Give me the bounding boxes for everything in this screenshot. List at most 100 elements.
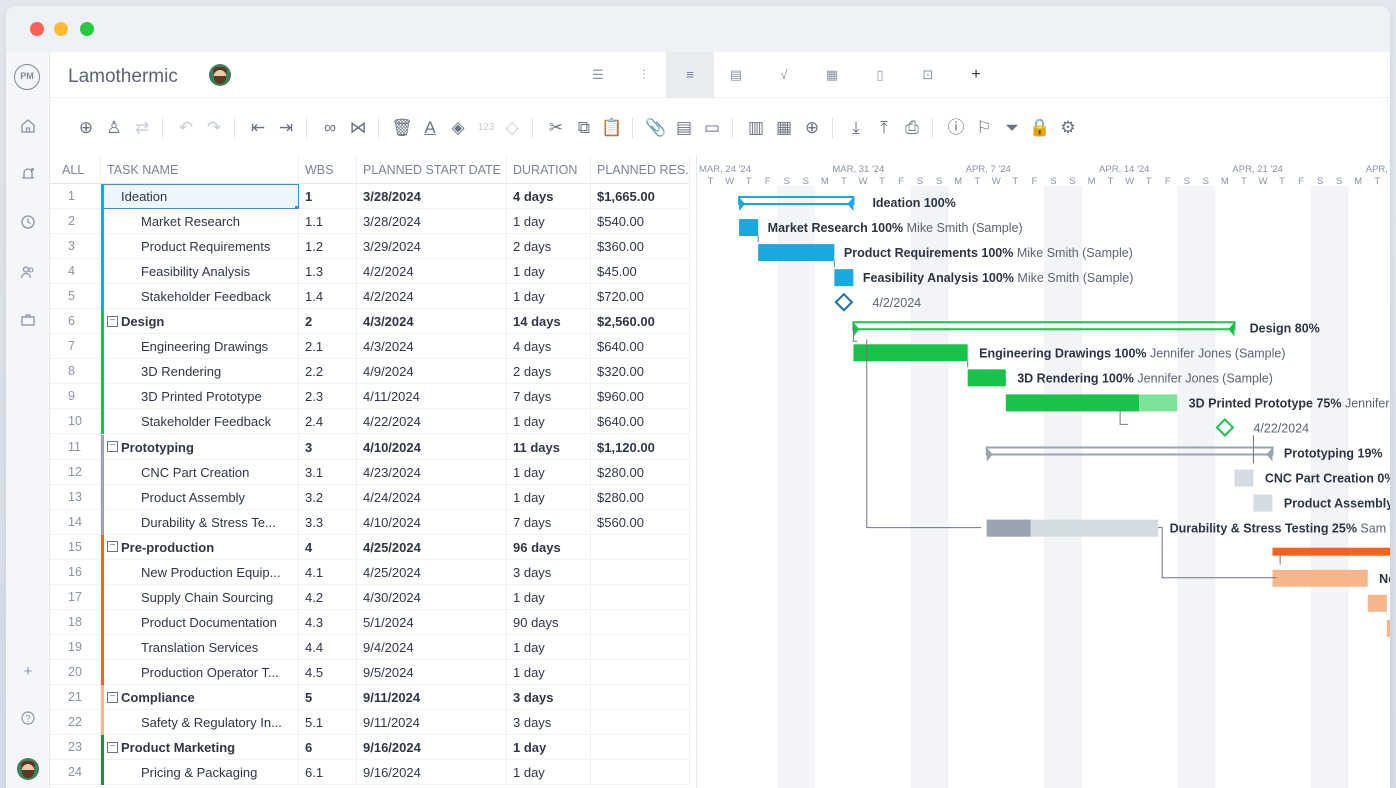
table-row[interactable]: 14 Durability & Stress Te... 3.3 4/10/2024 7… — [50, 509, 690, 535]
add-task-icon[interactable]: ⊕ — [74, 116, 98, 140]
cost-cell[interactable] — [591, 559, 690, 585]
start-date-cell[interactable]: 4/2/2024 — [357, 259, 507, 285]
wbs-cell[interactable]: 1.2 — [299, 234, 357, 260]
wbs-cell[interactable]: 3.2 — [299, 484, 357, 510]
wbs-cell[interactable]: 2.4 — [299, 409, 357, 435]
task-name-cell[interactable]: Safety & Regulatory In... — [101, 710, 299, 736]
table-row[interactable]: 22 Safety & Regulatory In... 5.1 9/11/2024 3… — [50, 710, 690, 736]
critical-path-icon[interactable]: ⚐ — [972, 116, 996, 140]
add-view-icon[interactable]: + — [952, 52, 1000, 98]
wbs-cell[interactable]: 4.3 — [299, 609, 357, 635]
cost-cell[interactable]: $280.00 — [591, 484, 690, 510]
start-date-cell[interactable]: 9/16/2024 — [357, 760, 507, 786]
link-icon[interactable]: ∞ — [318, 116, 342, 140]
zoom-icon[interactable]: ⊕ — [800, 116, 824, 140]
duration-cell[interactable]: 2 days — [507, 234, 591, 260]
start-date-cell[interactable]: 4/23/2024 — [357, 459, 507, 485]
files-view-icon[interactable]: ▯ — [856, 52, 904, 98]
wbs-cell[interactable]: 4 — [299, 534, 357, 560]
product-requirements-bar[interactable] — [758, 244, 835, 262]
collapse-toggle-icon[interactable]: − — [107, 315, 118, 327]
duration-cell[interactable]: 1 day — [507, 735, 591, 761]
font-color-icon[interactable]: A — [418, 116, 442, 140]
task-name-cell[interactable]: − Prototyping — [101, 434, 299, 460]
cut-icon[interactable]: ✂ — [544, 116, 568, 140]
wbs-cell[interactable]: 6 — [299, 735, 357, 761]
assign-user-icon[interactable]: ♙ — [102, 116, 126, 140]
settings-gear-icon[interactable]: ⚙ — [1056, 116, 1080, 140]
columns-icon[interactable]: ▥ — [744, 116, 768, 140]
pm-logo[interactable]: PM — [14, 64, 40, 90]
task-name-cell[interactable]: Durability & Stress Te... — [101, 509, 299, 535]
table-row[interactable]: 11− Prototyping 3 4/10/2024 11 days $1,120.00 — [50, 434, 690, 460]
duration-cell[interactable]: 7 days — [507, 509, 591, 535]
table-row[interactable]: 6− Design 2 4/3/2024 14 days $2,560.00 — [50, 309, 690, 335]
cost-cell[interactable]: $560.00 — [591, 509, 690, 535]
feasibility-analysis-bar[interactable] — [834, 269, 854, 287]
start-date-cell[interactable]: 4/25/2024 — [357, 559, 507, 585]
wbs-cell[interactable]: 6.1 — [299, 760, 357, 786]
minimize-window-button[interactable] — [54, 22, 68, 36]
task-name-cell[interactable]: Supply Chain Sourcing — [101, 584, 299, 610]
start-date-cell[interactable]: 4/3/2024 — [357, 334, 507, 360]
col-wbs[interactable]: WBS — [299, 156, 357, 184]
duration-cell[interactable]: 3 days — [507, 559, 591, 585]
task-name-cell[interactable]: − Pre-production — [101, 534, 299, 560]
engineering-drawings-bar[interactable] — [853, 344, 968, 362]
cost-cell[interactable] — [591, 685, 690, 710]
col-planned-resource-cost[interactable]: PLANNED RES... — [591, 156, 690, 184]
indent-icon[interactable]: ⇥ — [274, 116, 298, 140]
wbs-cell[interactable]: 2.2 — [299, 359, 357, 385]
table-row[interactable]: 21− Compliance 5 9/11/2024 3 days — [50, 685, 690, 710]
task-name-cell[interactable]: New Production Equip... — [101, 559, 299, 585]
duration-cell[interactable]: 1 day — [507, 484, 591, 510]
outdent-icon[interactable]: ⇤ — [246, 116, 270, 140]
duration-cell[interactable]: 96 days — [507, 534, 591, 560]
task-name-cell[interactable]: − Product Marketing — [101, 735, 299, 761]
wbs-cell[interactable]: 5.1 — [299, 710, 357, 736]
table-row[interactable]: 9 3D Printed Prototype 2.3 4/11/2024 7 days $… — [50, 384, 690, 410]
filter-icon[interactable]: ⏷ — [1000, 116, 1024, 140]
table-row[interactable]: 24 Pricing & Packaging 6.1 9/16/2024 1 day — [50, 760, 690, 786]
start-date-cell[interactable]: 4/10/2024 — [357, 434, 507, 460]
task-name-cell[interactable]: Market Research — [101, 209, 299, 235]
wbs-cell[interactable]: 4.1 — [299, 559, 357, 585]
cost-cell[interactable] — [591, 760, 690, 786]
undo-icon[interactable]: ↶ — [174, 116, 198, 140]
clock-icon[interactable] — [16, 214, 40, 238]
add-icon[interactable]: + — [16, 660, 40, 684]
wbs-cell[interactable]: 2.1 — [299, 334, 357, 360]
user-avatar[interactable] — [17, 758, 39, 780]
table-row[interactable]: 12 CNC Part Creation 3.1 4/23/2024 1 day $280… — [50, 459, 690, 485]
maximize-window-button[interactable] — [80, 22, 94, 36]
calendar-view-icon[interactable]: ▦ — [808, 52, 856, 98]
start-date-cell[interactable]: 9/5/2024 — [357, 659, 507, 685]
help-icon[interactable]: ? — [16, 710, 40, 734]
reports-view-icon[interactable]: ⊡ — [904, 52, 952, 98]
start-date-cell[interactable]: 5/1/2024 — [357, 609, 507, 635]
task-name-cell[interactable]: Product Assembly — [101, 484, 299, 510]
table-row[interactable]: 1 Ideation 1 3/28/2024 4 days $1,665.00 — [50, 184, 690, 209]
wbs-cell[interactable]: 1.4 — [299, 284, 357, 310]
cost-cell[interactable] — [591, 584, 690, 610]
preproduction-summary-bar[interactable] — [1272, 547, 1391, 556]
cnc-part-bar[interactable] — [1234, 469, 1254, 487]
cost-cell[interactable] — [591, 634, 690, 660]
list-view-icon[interactable]: ☰ — [574, 52, 622, 98]
duration-cell[interactable]: 3 days — [507, 685, 591, 710]
cost-cell[interactable]: $720.00 — [591, 284, 690, 310]
export-icon[interactable]: ⤒ — [872, 116, 896, 140]
rendering-bar[interactable] — [967, 369, 1006, 387]
new-equipment-bar[interactable] — [1272, 569, 1368, 587]
notes-icon[interactable]: ▤ — [672, 116, 696, 140]
recurring-icon[interactable]: ⇄ — [130, 116, 154, 140]
collapse-toggle-icon[interactable]: − — [107, 441, 118, 453]
duration-cell[interactable]: 11 days — [507, 434, 591, 460]
copy-icon[interactable]: ⧉ — [572, 116, 596, 140]
start-date-cell[interactable]: 4/10/2024 — [357, 509, 507, 535]
table-row[interactable]: 7 Engineering Drawings 2.1 4/3/2024 4 days $6… — [50, 334, 690, 360]
start-date-cell[interactable]: 4/9/2024 — [357, 359, 507, 385]
table-row[interactable]: 10 Stakeholder Feedback 2.4 4/22/2024 1 day $… — [50, 409, 690, 435]
cost-cell[interactable]: $1,120.00 — [591, 434, 690, 460]
duration-cell[interactable]: 2 days — [507, 359, 591, 385]
